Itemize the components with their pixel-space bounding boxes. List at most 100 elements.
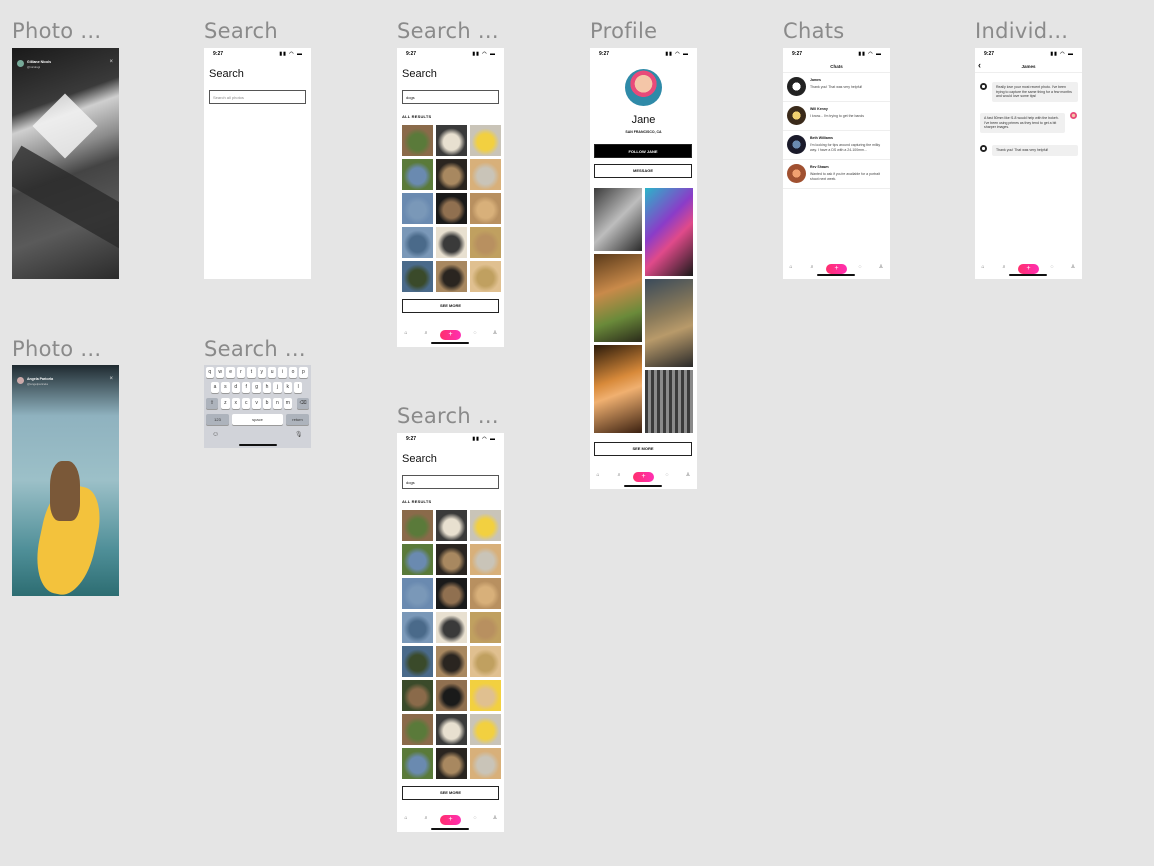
- chat-row[interactable]: James Thank you! That was very helpful!: [783, 73, 890, 102]
- key-f[interactable]: f: [241, 382, 251, 393]
- search-icon[interactable]: ⌕: [615, 472, 623, 478]
- key-d[interactable]: d: [231, 382, 241, 393]
- key-q[interactable]: q: [205, 367, 215, 378]
- see-more-button[interactable]: SEE MORE: [402, 299, 499, 313]
- key-e[interactable]: e: [226, 367, 235, 378]
- key-j[interactable]: j: [273, 382, 282, 393]
- gallery-photo[interactable]: [645, 279, 693, 367]
- key-n[interactable]: n: [273, 398, 282, 409]
- result-photo[interactable]: [436, 159, 467, 190]
- see-more-button[interactable]: SEE MORE: [402, 786, 499, 800]
- result-photo[interactable]: [470, 261, 501, 292]
- key-t[interactable]: t: [247, 367, 256, 378]
- key-h[interactable]: h: [262, 382, 272, 393]
- photo-viewer-frame-2[interactable]: Angela Paricela @angelparicela ×: [12, 365, 119, 596]
- key-x[interactable]: x: [231, 398, 241, 409]
- key-c[interactable]: c: [241, 398, 251, 409]
- result-photo[interactable]: [436, 193, 467, 224]
- result-photo[interactable]: [470, 510, 501, 541]
- key-y[interactable]: y: [257, 367, 267, 378]
- key-g[interactable]: g: [252, 382, 261, 393]
- result-photo[interactable]: [402, 261, 433, 292]
- key-w[interactable]: w: [215, 367, 225, 378]
- add-button[interactable]: +: [1018, 264, 1039, 274]
- gallery-photo[interactable]: [645, 370, 693, 433]
- result-photo[interactable]: [402, 714, 433, 745]
- result-photo[interactable]: [402, 227, 433, 258]
- result-photo[interactable]: [470, 714, 501, 745]
- result-photo[interactable]: [402, 646, 433, 677]
- profile-icon[interactable]: ♙: [877, 264, 885, 270]
- return-key[interactable]: return: [286, 414, 309, 425]
- emoji-icon[interactable]: ☺: [212, 431, 219, 438]
- result-photo[interactable]: [436, 125, 467, 156]
- home-icon[interactable]: ⌂: [402, 330, 410, 336]
- follow-button[interactable]: FOLLOW JANE: [594, 144, 692, 158]
- result-photo[interactable]: [470, 612, 501, 643]
- add-button[interactable]: +: [633, 472, 654, 482]
- gallery-photo[interactable]: [594, 188, 642, 251]
- key-a[interactable]: a: [210, 382, 220, 393]
- photo-viewer-frame-1[interactable]: Gilliane Nicols @nicolsgi ×: [12, 48, 119, 279]
- result-photo[interactable]: [436, 261, 467, 292]
- key-b[interactable]: b: [262, 398, 272, 409]
- result-photo[interactable]: [436, 510, 467, 541]
- add-button[interactable]: +: [826, 264, 847, 274]
- key-p[interactable]: p: [299, 367, 308, 378]
- shift-key[interactable]: ⇧: [206, 398, 218, 409]
- key-m[interactable]: m: [283, 398, 293, 409]
- gallery-photo[interactable]: [594, 254, 642, 342]
- result-photo[interactable]: [436, 646, 467, 677]
- result-photo[interactable]: [436, 544, 467, 575]
- gallery-photo[interactable]: [645, 188, 693, 276]
- numbers-key[interactable]: 123: [206, 414, 229, 425]
- home-icon[interactable]: ⌂: [594, 472, 602, 478]
- add-button[interactable]: +: [440, 815, 461, 825]
- result-photo[interactable]: [402, 125, 433, 156]
- result-photo[interactable]: [436, 680, 467, 711]
- add-button[interactable]: +: [440, 330, 461, 340]
- result-photo[interactable]: [436, 578, 467, 609]
- microphone-icon[interactable]: 🎙: [295, 431, 303, 438]
- chat-row[interactable]: Beth Williams I'm looking for tips around…: [783, 131, 890, 160]
- profile-icon[interactable]: ♙: [491, 330, 499, 336]
- profile-icon[interactable]: ♙: [491, 815, 499, 821]
- message-button[interactable]: MESSAGE: [594, 164, 692, 178]
- search-input[interactable]: Search all photos: [209, 90, 306, 104]
- search-icon[interactable]: ⌕: [422, 815, 430, 821]
- close-icon[interactable]: ×: [109, 376, 113, 382]
- result-photo[interactable]: [436, 714, 467, 745]
- key-s[interactable]: s: [221, 382, 230, 393]
- close-icon[interactable]: ×: [109, 59, 113, 65]
- chat-row[interactable]: Rev Shawn Wanted to ask if you're availab…: [783, 160, 890, 189]
- result-photo[interactable]: [402, 612, 433, 643]
- see-more-button[interactable]: SEE MORE: [594, 442, 692, 456]
- key-i[interactable]: i: [278, 367, 287, 378]
- profile-icon[interactable]: ♙: [684, 472, 692, 478]
- search-icon[interactable]: ⌕: [1000, 264, 1008, 270]
- backspace-key[interactable]: ⌫: [297, 398, 309, 409]
- search-input[interactable]: dogs: [402, 475, 499, 489]
- result-photo[interactable]: [470, 646, 501, 677]
- result-photo[interactable]: [470, 748, 501, 779]
- result-photo[interactable]: [470, 125, 501, 156]
- result-photo[interactable]: [402, 748, 433, 779]
- key-v[interactable]: v: [252, 398, 261, 409]
- gallery-photo[interactable]: [594, 345, 642, 433]
- result-photo[interactable]: [402, 680, 433, 711]
- chat-icon[interactable]: ◌: [663, 472, 671, 478]
- result-photo[interactable]: [470, 227, 501, 258]
- result-photo[interactable]: [470, 578, 501, 609]
- chat-icon[interactable]: ◌: [471, 330, 479, 336]
- result-photo[interactable]: [436, 748, 467, 779]
- key-r[interactable]: r: [236, 367, 246, 378]
- result-photo[interactable]: [402, 510, 433, 541]
- profile-icon[interactable]: ♙: [1069, 264, 1077, 270]
- search-icon[interactable]: ⌕: [422, 330, 430, 336]
- result-photo[interactable]: [402, 544, 433, 575]
- result-photo[interactable]: [470, 680, 501, 711]
- home-icon[interactable]: ⌂: [979, 264, 987, 270]
- search-input[interactable]: dogs: [402, 90, 499, 104]
- result-photo[interactable]: [402, 578, 433, 609]
- chat-icon[interactable]: ◌: [1048, 264, 1056, 270]
